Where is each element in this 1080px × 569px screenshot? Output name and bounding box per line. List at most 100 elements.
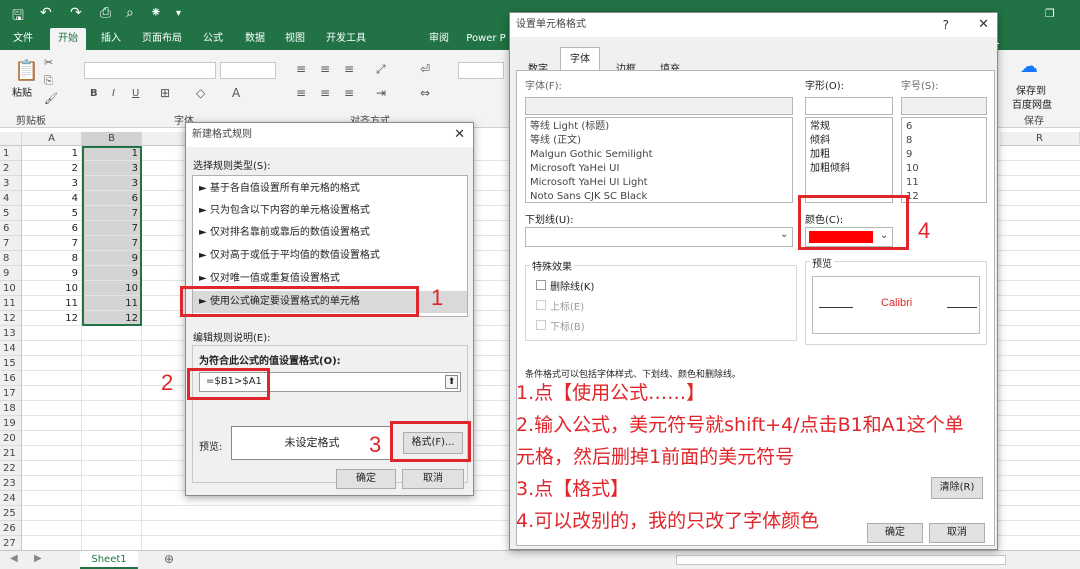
font-style-item[interactable]: 加粗: [810, 148, 888, 162]
tab-insert[interactable]: 插入: [94, 28, 128, 50]
tab-home[interactable]: 开始: [50, 28, 86, 50]
cell-a[interactable]: [22, 491, 82, 506]
cell-a[interactable]: [22, 401, 82, 416]
font-size-input[interactable]: [901, 97, 987, 115]
font-size-item[interactable]: 12: [906, 190, 982, 202]
font-style-list[interactable]: 常规 倾斜 加粗 加粗倾斜: [805, 117, 893, 203]
font-list-item[interactable]: Microsoft YaHei UI: [530, 162, 788, 176]
font-list[interactable]: 等线 Light (标题) 等线 (正文) Malgun Gothic Semi…: [525, 117, 793, 203]
row-header[interactable]: 16: [0, 371, 22, 386]
save-icon[interactable]: 🖫: [12, 5, 24, 29]
align-top-icon[interactable]: ≡: [296, 62, 306, 76]
print-preview-icon[interactable]: ⎙: [100, 5, 111, 21]
row-header[interactable]: 2: [0, 161, 22, 176]
cell-a[interactable]: [22, 506, 82, 521]
tab-file[interactable]: 文件: [6, 28, 40, 50]
cell-b[interactable]: [82, 326, 142, 341]
font-size-item[interactable]: 9: [906, 148, 982, 162]
row-header[interactable]: 15: [0, 356, 22, 371]
font-size-item[interactable]: 6: [906, 120, 982, 134]
ok-button[interactable]: 确定: [867, 523, 923, 543]
cell-a[interactable]: [22, 371, 82, 386]
row-header[interactable]: 7: [0, 236, 22, 251]
row-header[interactable]: 4: [0, 191, 22, 206]
wrap-text-icon[interactable]: ⏎: [420, 62, 430, 76]
find-icon[interactable]: ⌕: [126, 5, 134, 21]
row-header[interactable]: 14: [0, 341, 22, 356]
row-header[interactable]: 17: [0, 386, 22, 401]
number-format-box[interactable]: [458, 62, 504, 79]
row-header[interactable]: 3: [0, 176, 22, 191]
cell-a[interactable]: [22, 431, 82, 446]
row-header[interactable]: 13: [0, 326, 22, 341]
font-list-item[interactable]: Microsoft YaHei UI Light: [530, 176, 788, 190]
ok-button[interactable]: 确定: [336, 469, 396, 489]
clear-button[interactable]: 清除(R): [931, 477, 983, 499]
font-style-item[interactable]: 倾斜: [810, 134, 888, 148]
cell-a[interactable]: [22, 521, 82, 536]
tab-power-pivot[interactable]: Power P: [464, 28, 508, 50]
help-icon[interactable]: ?: [943, 18, 949, 32]
font-size-item[interactable]: 10: [906, 162, 982, 176]
row-header[interactable]: 9: [0, 266, 22, 281]
tab-data[interactable]: 数据: [238, 28, 272, 50]
align-right-icon[interactable]: ≡: [344, 86, 354, 100]
row-header[interactable]: 26: [0, 521, 22, 536]
cell-b[interactable]: [82, 446, 142, 461]
cell-a[interactable]: [22, 326, 82, 341]
row-header[interactable]: 25: [0, 506, 22, 521]
rule-type-item[interactable]: ► 仅对排名靠前或靠后的数值设置格式: [193, 222, 463, 244]
cell-a[interactable]: [22, 341, 82, 356]
undo-icon[interactable]: ↶: [40, 5, 52, 21]
collapse-dialog-icon[interactable]: ⬆: [445, 375, 458, 389]
font-color-icon[interactable]: A: [232, 86, 240, 100]
underline-select[interactable]: [525, 227, 793, 247]
underline-icon[interactable]: U: [132, 88, 139, 99]
close-icon[interactable]: ✕: [454, 127, 465, 142]
column-header-b[interactable]: B: [82, 132, 142, 146]
align-left-icon[interactable]: ≡: [296, 86, 306, 100]
cell-b[interactable]: [82, 491, 142, 506]
indent-icon[interactable]: ⇥: [376, 86, 386, 100]
cell-b[interactable]: [82, 401, 142, 416]
cell-a[interactable]: [22, 461, 82, 476]
cell-b[interactable]: [82, 506, 142, 521]
cell-a[interactable]: 1: [22, 146, 82, 161]
cell-a[interactable]: 5: [22, 206, 82, 221]
column-header-r[interactable]: R: [1000, 132, 1080, 146]
format-painter-icon[interactable]: 🖌: [44, 92, 58, 105]
customize-icon[interactable]: ⁕: [150, 5, 162, 21]
cell-a[interactable]: [22, 536, 82, 550]
superscript-checkbox[interactable]: [536, 300, 546, 310]
row-header[interactable]: 1: [0, 146, 22, 161]
sheet-tab-sheet1[interactable]: Sheet1: [80, 551, 138, 569]
row-header[interactable]: 24: [0, 491, 22, 506]
row-header[interactable]: 20: [0, 431, 22, 446]
font-list-item[interactable]: 等线 (正文): [530, 134, 788, 148]
tab-developer[interactable]: 开发工具: [318, 28, 374, 50]
cell-a[interactable]: [22, 386, 82, 401]
redo-icon[interactable]: ↷: [70, 5, 82, 21]
close-icon[interactable]: ✕: [978, 17, 989, 32]
rule-type-item[interactable]: ► 基于各自值设置所有单元格的格式: [193, 178, 463, 200]
scroll-right-icon[interactable]: ▶: [34, 553, 42, 564]
tab-font[interactable]: 字体: [560, 47, 600, 71]
cell-a[interactable]: 11: [22, 296, 82, 311]
font-size-box[interactable]: [220, 62, 276, 79]
cell-a[interactable]: 3: [22, 176, 82, 191]
chevron-down-icon[interactable]: ⌄: [780, 229, 788, 240]
row-header[interactable]: 22: [0, 461, 22, 476]
cell-b[interactable]: [82, 521, 142, 536]
cell-a[interactable]: [22, 356, 82, 371]
cell-a[interactable]: [22, 476, 82, 491]
row-header[interactable]: 6: [0, 221, 22, 236]
quick-access-dropdown-icon[interactable]: ▾: [176, 8, 181, 19]
row-header[interactable]: 12: [0, 311, 22, 326]
font-size-item[interactable]: 11: [906, 176, 982, 190]
borders-icon[interactable]: ⊞: [160, 86, 170, 100]
align-bottom-icon[interactable]: ≡: [344, 62, 354, 76]
orientation-icon[interactable]: ⤢: [376, 62, 386, 77]
bold-icon[interactable]: B: [90, 88, 98, 99]
cell-b[interactable]: [82, 461, 142, 476]
cell-a[interactable]: 4: [22, 191, 82, 206]
